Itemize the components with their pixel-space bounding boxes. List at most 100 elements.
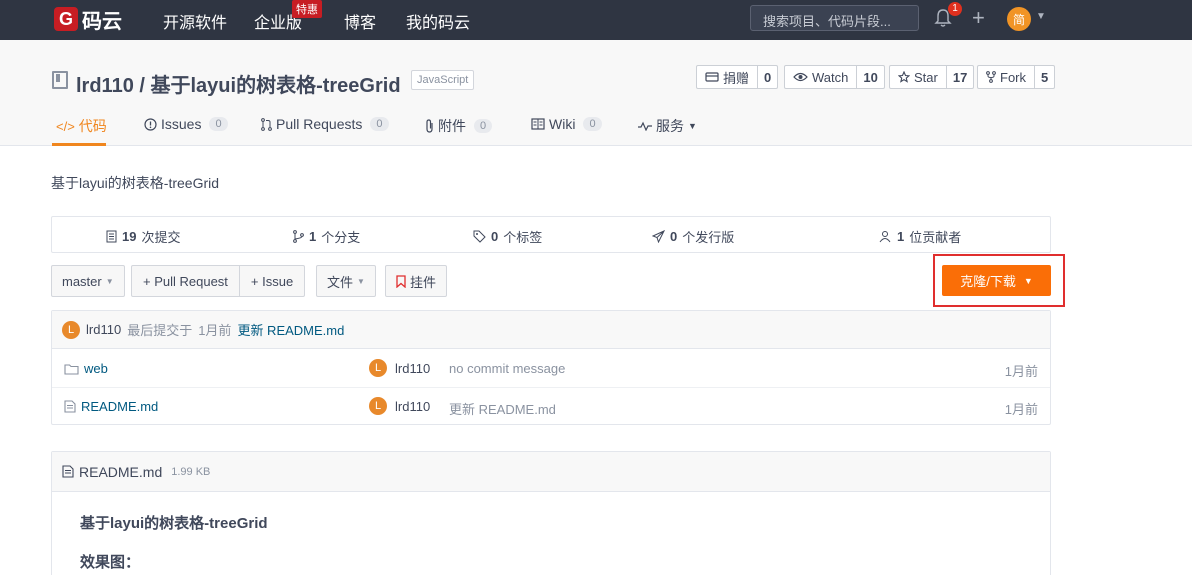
star-label: Star: [914, 69, 938, 85]
repo-title[interactable]: lrd110 / 基于layui的树表格-treeGrid: [76, 69, 401, 98]
user-avatar[interactable]: 简: [1007, 7, 1031, 31]
tab-issues-label: Issues: [161, 116, 202, 132]
file-author[interactable]: L lrd110: [369, 397, 430, 415]
file-commit-time: 1月前: [1004, 402, 1038, 417]
tab-attachments[interactable]: 附件 0: [425, 116, 493, 136]
chevron-down-icon: ▼: [105, 276, 114, 286]
stat-branches[interactable]: 1 个分支: [293, 227, 360, 246]
donate-count[interactable]: 0: [757, 66, 777, 88]
nav-my-gitee[interactable]: 我的码云: [406, 9, 470, 33]
avatar[interactable]: L: [62, 320, 80, 339]
watch-count[interactable]: 10: [856, 66, 883, 88]
caret-down-icon: ▼: [1023, 275, 1033, 286]
repo-header: lrd110 / 基于layui的树表格-treeGrid JavaScript…: [0, 40, 1192, 146]
star-button[interactable]: Star 17: [889, 65, 975, 89]
file-commit-message[interactable]: no commit message: [449, 361, 565, 376]
contributors-icon: [878, 230, 892, 243]
file-menu-label: 文件: [327, 274, 354, 290]
logo-text: 码云: [82, 10, 122, 33]
nav-blog[interactable]: 博客: [344, 9, 376, 33]
commit-icon: [106, 230, 117, 243]
gitee-logo[interactable]: G 码云: [54, 6, 122, 33]
commit-text: 最后提交于: [127, 323, 193, 338]
stat-releases-num: 0: [670, 229, 678, 244]
tab-code[interactable]: </> 代码: [56, 116, 107, 136]
star-icon: [898, 71, 910, 83]
new-issue-button[interactable]: + Issue: [238, 266, 304, 296]
repo-stats-bar: 19 次提交 1 个分支 0 个标签 0 个发行版 1 位贡献者: [51, 216, 1051, 253]
clone-download-label: 克隆/下载: [960, 274, 1016, 289]
stat-releases[interactable]: 0 个发行版: [652, 227, 734, 246]
stat-contributors-label: 位贡献者: [909, 230, 962, 245]
code-icon: </>: [56, 118, 75, 134]
file-commit-time: 1月前: [1004, 364, 1038, 379]
nav-opensource[interactable]: 开源软件: [163, 9, 227, 33]
tab-services-label: 服务: [656, 118, 684, 134]
tab-services[interactable]: 服务 ▼: [638, 116, 697, 136]
star-count[interactable]: 17: [945, 66, 973, 88]
stat-commits-num: 19: [122, 229, 137, 244]
tab-attachments-label: 附件: [438, 118, 466, 134]
latest-commit-bar: L lrd110 最后提交于 1月前 更新 README.md: [52, 311, 1050, 349]
fork-label: Fork: [1000, 69, 1026, 85]
table-row: README.md L lrd110 更新 README.md 1月前: [52, 388, 1050, 426]
file-name[interactable]: web: [64, 361, 108, 376]
tab-pull-requests-label: Pull Requests: [276, 116, 363, 132]
stat-tags[interactable]: 0 个标签: [473, 227, 542, 246]
branch-select-label: master: [62, 273, 102, 289]
widget-button[interactable]: 挂件: [385, 265, 448, 297]
fork-count[interactable]: 5: [1034, 66, 1054, 88]
chevron-down-icon: ▼: [688, 121, 697, 131]
bookmark-icon: [396, 274, 406, 288]
readme-heading: 基于layui的树表格-treeGrid: [80, 515, 268, 532]
readme-header: README.md 1.99 KB: [52, 452, 1050, 492]
file-author[interactable]: L lrd110: [369, 359, 430, 377]
avatar: L: [369, 359, 387, 377]
file-name-text: README.md: [81, 399, 159, 414]
widget-label: 挂件: [410, 274, 437, 290]
release-icon: [652, 230, 665, 243]
chevron-down-icon[interactable]: ▼: [1036, 11, 1046, 22]
new-pull-request-button[interactable]: + Pull Request: [132, 266, 239, 296]
readme-panel: README.md 1.99 KB 基于layui的树表格-treeGrid 效…: [51, 451, 1051, 575]
branch-icon: [293, 230, 304, 243]
commit-author[interactable]: lrd110: [86, 322, 121, 337]
stat-commits[interactable]: 19 次提交: [106, 227, 180, 246]
tab-pull-requests[interactable]: Pull Requests 0: [261, 116, 389, 132]
watch-button[interactable]: Watch 10: [784, 65, 885, 89]
tab-pull-requests-count: 0: [370, 117, 389, 131]
clone-download-button[interactable]: 克隆/下载 ▼: [942, 265, 1051, 296]
stat-contributors-num: 1: [897, 229, 905, 244]
repo-icon: [52, 71, 68, 89]
file-icon: [64, 400, 76, 413]
chevron-down-icon: ▼: [357, 276, 365, 286]
paperclip-icon: [425, 119, 434, 133]
file-icon: [62, 465, 74, 478]
fork-button[interactable]: Fork 5: [977, 65, 1056, 89]
logo-mark: G: [54, 7, 78, 31]
stat-contributors[interactable]: 1 位贡献者: [878, 227, 961, 246]
stat-branches-num: 1: [309, 229, 317, 244]
tab-issues[interactable]: Issues 0: [144, 116, 228, 132]
commit-message[interactable]: 更新 README.md: [237, 320, 344, 339]
file-name[interactable]: README.md: [64, 399, 158, 414]
stat-branches-label: 个分支: [321, 230, 361, 245]
donate-button[interactable]: 捐赠 0: [696, 65, 779, 89]
stat-releases-label: 个发行版: [682, 230, 735, 245]
branch-select[interactable]: master ▼: [51, 265, 125, 297]
search-input[interactable]: 搜索项目、代码片段...: [750, 5, 919, 31]
donate-icon: [705, 71, 719, 83]
pulse-icon: [638, 121, 652, 131]
avatar: L: [369, 397, 387, 415]
tab-issues-count: 0: [209, 117, 228, 131]
file-list: L lrd110 最后提交于 1月前 更新 README.md web L lr…: [51, 310, 1051, 425]
notification-count-badge: 1: [948, 2, 962, 16]
file-commit-message[interactable]: 更新 README.md: [449, 399, 556, 418]
top-navbar: G 码云 开源软件 企业版 特惠 博客 我的码云 搜索项目、代码片段... 1 …: [0, 0, 1192, 40]
plus-icon[interactable]: +: [972, 5, 985, 31]
pr-issue-group: + Pull Request + Issue: [131, 265, 306, 297]
tab-wiki[interactable]: Wiki 0: [531, 116, 602, 132]
language-tag[interactable]: JavaScript: [411, 70, 475, 90]
readme-filename[interactable]: README.md: [79, 464, 162, 480]
file-menu-button[interactable]: 文件 ▼: [316, 265, 376, 297]
